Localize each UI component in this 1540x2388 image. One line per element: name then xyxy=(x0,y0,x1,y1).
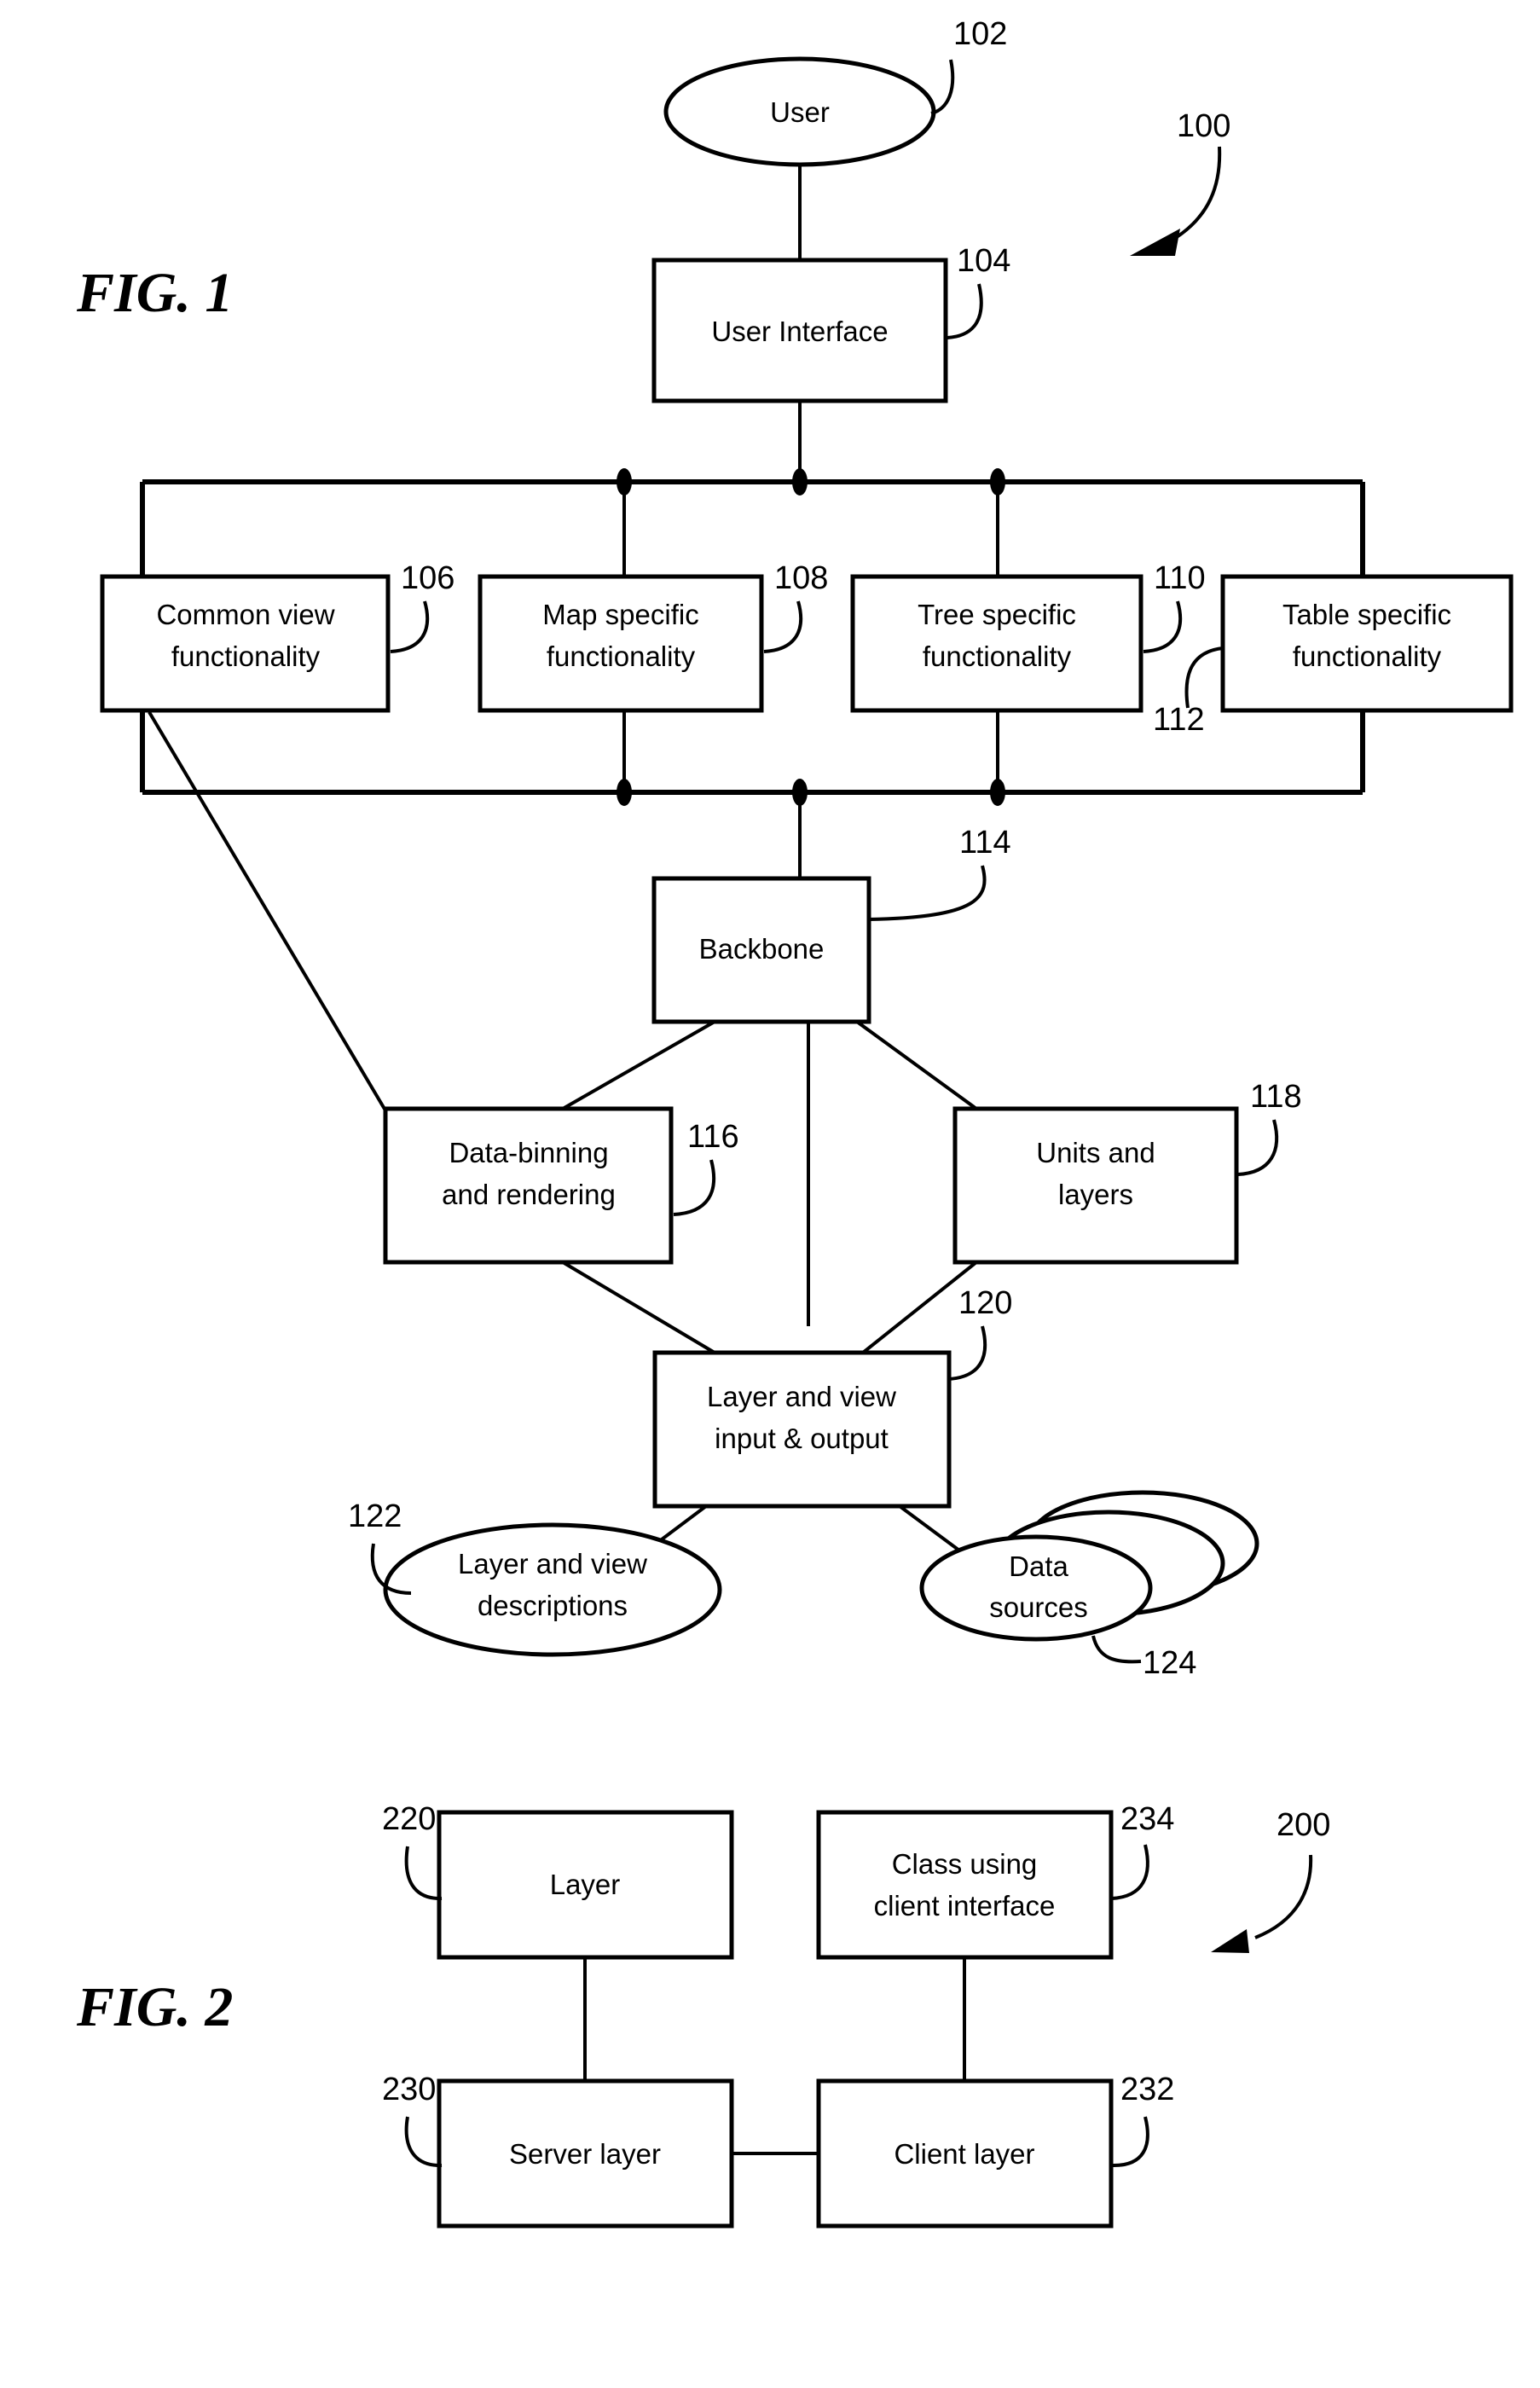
figure-1-system-ref-group: 100 xyxy=(1130,108,1230,256)
tree-specific-label-line2: functionality xyxy=(923,640,1072,672)
upper-bus-junction-2 xyxy=(792,468,808,496)
ref-104-leader xyxy=(947,283,983,339)
lower-bus-junction-1 xyxy=(617,779,632,806)
ref-230-leader xyxy=(404,2116,443,2168)
ref-200-arrowhead xyxy=(1211,1929,1249,1953)
backbone-label: Backbone xyxy=(699,933,825,965)
tree-specific-label-line1: Tree specific xyxy=(918,599,1076,630)
node-class-using-client-interface: Class using client interface 234 xyxy=(816,1801,1174,1960)
ref-200-leader xyxy=(1254,1854,1313,1939)
ref-114-label: 114 xyxy=(959,825,1011,861)
patent-drawing-sheet: FIG. 1 100 User 102 User Interface 104 C… xyxy=(76,16,1514,2229)
ref-108-label: 108 xyxy=(774,560,828,596)
ref-120-label: 120 xyxy=(958,1285,1012,1321)
node-client-layer: Client layer 232 xyxy=(816,2072,1174,2229)
edge-common-view-to-data-binning xyxy=(148,710,387,1112)
ref-120-leader xyxy=(947,1325,987,1381)
node-tree-specific-functionality: Tree specific functionality 110 xyxy=(850,560,1206,713)
node-user: User 102 xyxy=(663,16,1007,167)
node-layer-and-view-descriptions: Layer and view descriptions 122 xyxy=(348,1498,722,1657)
ref-110-leader xyxy=(1143,600,1183,653)
ref-200-label: 200 xyxy=(1277,1807,1330,1843)
upper-bus-junction-1 xyxy=(617,468,632,496)
figure-2-group: FIG. 2 200 Layer 220 Class using client … xyxy=(76,1801,1330,2229)
layer-view-io-label-line2: input & output xyxy=(715,1423,889,1454)
class-using-client-interface-box-shape xyxy=(816,1810,1114,1960)
node-user-interface: User Interface 104 xyxy=(651,243,1010,403)
layer-view-descriptions-label-line2: descriptions xyxy=(478,1590,628,1621)
table-specific-label-line2: functionality xyxy=(1293,640,1442,672)
layer-label: Layer xyxy=(550,1869,621,1900)
ref-100-leader xyxy=(1168,146,1222,243)
ref-108-leader xyxy=(763,600,803,653)
node-data-sources: Data sources 124 xyxy=(919,1490,1259,1681)
ref-220-leader xyxy=(404,1846,443,1901)
ref-100-label: 100 xyxy=(1177,108,1230,144)
upper-bus-junction-3 xyxy=(990,468,1005,496)
class-using-client-interface-label-line1: Class using xyxy=(892,1848,1038,1880)
layer-view-descriptions-label-line1: Layer and view xyxy=(458,1548,647,1579)
map-specific-label-line2: functionality xyxy=(547,640,696,672)
edge-backbone-to-units-layers xyxy=(855,1020,978,1110)
ref-230-label: 230 xyxy=(382,2072,436,2107)
map-specific-label-line1: Map specific xyxy=(542,599,698,630)
ref-112-label: 112 xyxy=(1153,702,1205,738)
node-layer-and-view-input-output: Layer and view input & output 120 xyxy=(652,1285,1012,1509)
node-layer: Layer 220 xyxy=(382,1801,734,1960)
user-interface-label: User Interface xyxy=(711,316,888,347)
ref-122-label: 122 xyxy=(348,1498,402,1534)
ref-118-label: 118 xyxy=(1250,1079,1302,1115)
ref-124-leader xyxy=(1091,1635,1142,1664)
figure-1-group: FIG. 1 100 User 102 User Interface 104 C… xyxy=(76,16,1514,1681)
data-sources-label-line1: Data xyxy=(1009,1550,1068,1582)
lower-bus-junction-3 xyxy=(990,779,1005,806)
data-sources-label-line2: sources xyxy=(989,1591,1088,1623)
ref-114-leader xyxy=(867,865,987,921)
node-map-specific-functionality: Map specific functionality 108 xyxy=(478,560,828,713)
data-binning-label-line2: and rendering xyxy=(442,1179,616,1210)
ref-100-arrowhead xyxy=(1130,229,1180,256)
user-label: User xyxy=(770,96,830,128)
ref-102-label: 102 xyxy=(953,16,1007,52)
layer-view-io-label-line1: Layer and view xyxy=(707,1381,896,1412)
ref-116-label: 116 xyxy=(687,1119,739,1155)
common-view-label-line2: functionality xyxy=(171,640,321,672)
ref-116-leader xyxy=(673,1159,716,1216)
units-layers-label-line2: layers xyxy=(1058,1179,1133,1210)
class-using-client-interface-label-line2: client interface xyxy=(874,1890,1056,1921)
ref-106-leader xyxy=(390,600,430,653)
node-common-view-functionality: Common view functionality 106 xyxy=(100,560,454,713)
node-units-and-layers: Units and layers 118 xyxy=(952,1079,1302,1265)
figure-2-title: FIG. 2 xyxy=(76,1976,233,2038)
ref-104-label: 104 xyxy=(957,243,1010,279)
patent-figure-page: FIG. 1 100 User 102 User Interface 104 C… xyxy=(0,0,1540,2388)
common-view-label-line1: Common view xyxy=(156,599,334,630)
node-backbone: Backbone 114 xyxy=(651,825,1011,1024)
ref-234-leader xyxy=(1111,1844,1149,1900)
units-layers-label-line1: Units and xyxy=(1036,1137,1155,1168)
ref-112-leader xyxy=(1184,646,1224,709)
figure-1-title: FIG. 1 xyxy=(76,262,233,324)
ref-220-label: 220 xyxy=(382,1801,436,1837)
table-specific-label-line1: Table specific xyxy=(1282,599,1451,630)
ref-118-leader xyxy=(1237,1119,1279,1176)
node-server-layer: Server layer 230 xyxy=(382,2072,734,2229)
ref-234-label: 234 xyxy=(1120,1801,1174,1837)
ref-232-label: 232 xyxy=(1120,2072,1174,2107)
figure-2-system-ref-group: 200 xyxy=(1211,1807,1330,1953)
ref-232-leader xyxy=(1111,2116,1149,2168)
ref-110-label: 110 xyxy=(1154,560,1206,596)
server-layer-label: Server layer xyxy=(509,2138,661,2170)
ref-124-label: 124 xyxy=(1143,1645,1196,1681)
ref-106-label: 106 xyxy=(401,560,454,596)
node-data-binning-and-rendering: Data-binning and rendering 116 xyxy=(383,1106,739,1265)
client-layer-label: Client layer xyxy=(894,2138,1034,2170)
data-binning-label-line1: Data-binning xyxy=(449,1137,608,1168)
node-table-specific-functionality: Table specific functionality 112 xyxy=(1153,574,1514,738)
edge-backbone-to-data-binning xyxy=(562,1020,715,1110)
edge-data-binning-to-layer-view-io xyxy=(561,1261,716,1354)
